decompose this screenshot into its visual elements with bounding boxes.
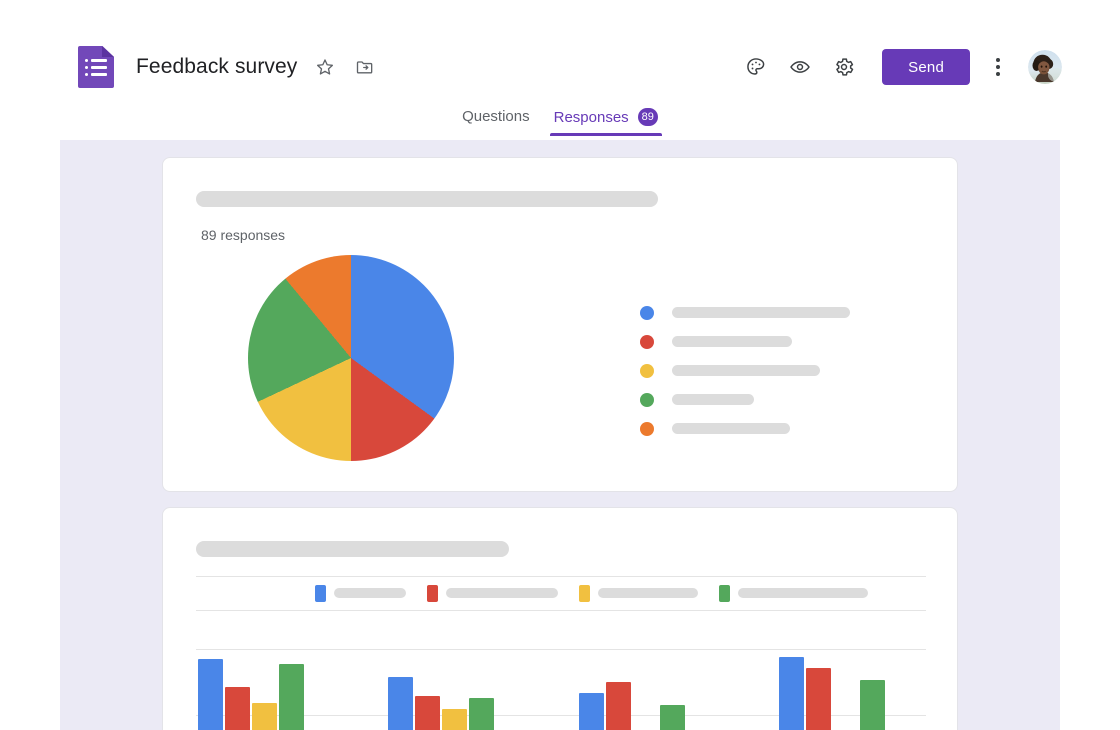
- bar[interactable]: [415, 696, 440, 730]
- eye-preview-icon[interactable]: [778, 46, 822, 88]
- pie-chart[interactable]: [248, 255, 454, 461]
- bar-legend-swatch: [719, 585, 730, 602]
- responses-tabs: Questions Responses 89: [0, 108, 1120, 140]
- tab-responses-label: Responses: [554, 109, 629, 126]
- gear-settings-icon[interactable]: [822, 46, 866, 88]
- pie-legend-swatch: [640, 364, 654, 378]
- bar-legend-label-placeholder: [334, 588, 406, 598]
- response-card-pie: 89 responses: [162, 157, 958, 492]
- bar-chart-legend: [315, 580, 868, 606]
- bar[interactable]: [660, 705, 685, 730]
- bar-group: [779, 618, 885, 730]
- pie-legend-swatch: [640, 393, 654, 407]
- send-button[interactable]: Send: [882, 49, 970, 85]
- responses-canvas: 89 responses: [60, 140, 1060, 730]
- question-title-placeholder: [196, 541, 509, 557]
- tab-responses[interactable]: Responses 89: [554, 108, 658, 136]
- bar[interactable]: [279, 664, 304, 730]
- bar[interactable]: [469, 698, 494, 730]
- bar-chart-plot[interactable]: [181, 618, 941, 730]
- pie-chart-slices: [248, 255, 454, 461]
- bar-legend-label-placeholder: [738, 588, 868, 598]
- pie-legend-label-placeholder: [672, 336, 792, 347]
- forms-icon-lines: [85, 59, 107, 80]
- pie-chart-legend: [640, 298, 900, 443]
- pie-legend-item: [640, 356, 900, 385]
- bar-group: [388, 618, 494, 730]
- bar-legend-label-placeholder: [598, 588, 698, 598]
- bar[interactable]: [779, 657, 804, 730]
- bar-legend-swatch: [579, 585, 590, 602]
- bar[interactable]: [606, 682, 631, 730]
- question-title-placeholder: [196, 191, 658, 207]
- bar[interactable]: [198, 659, 223, 730]
- bar-legend-item: [579, 585, 698, 602]
- bar[interactable]: [252, 703, 277, 730]
- response-card-bar: [162, 507, 958, 730]
- pie-legend-label-placeholder: [672, 365, 820, 376]
- chart-gridline: [196, 576, 926, 577]
- pie-legend-item: [640, 414, 900, 443]
- more-vertical-icon[interactable]: [980, 46, 1016, 88]
- bar-legend-label-placeholder: [446, 588, 558, 598]
- pie-legend-swatch: [640, 306, 654, 320]
- pie-legend-label-placeholder: [672, 394, 754, 405]
- account-avatar[interactable]: [1028, 50, 1062, 84]
- pie-legend-item: [640, 298, 900, 327]
- document-title[interactable]: Feedback survey: [136, 55, 297, 79]
- bar[interactable]: [225, 687, 250, 730]
- bar-legend-item: [719, 585, 868, 602]
- color-palette-icon[interactable]: [734, 46, 778, 88]
- bar[interactable]: [860, 680, 885, 730]
- pie-legend-swatch: [640, 335, 654, 349]
- pie-legend-item: [640, 385, 900, 414]
- header-right-group: Send: [734, 46, 1062, 88]
- bar-legend-item: [315, 585, 406, 602]
- pie-legend-item: [640, 327, 900, 356]
- bar[interactable]: [806, 668, 831, 730]
- tab-questions-label: Questions: [462, 108, 530, 125]
- bar[interactable]: [442, 709, 467, 730]
- pie-legend-label-placeholder: [672, 307, 850, 318]
- bar-legend-item: [427, 585, 558, 602]
- bar[interactable]: [388, 677, 413, 730]
- pie-legend-swatch: [640, 422, 654, 436]
- bar-group: [579, 618, 685, 730]
- move-to-folder-icon[interactable]: [353, 55, 377, 79]
- pie-legend-label-placeholder: [672, 423, 790, 434]
- bar-legend-swatch: [315, 585, 326, 602]
- response-count-label: 89 responses: [201, 227, 285, 243]
- star-outline-icon[interactable]: [313, 55, 337, 79]
- header-left-group: Feedback survey: [78, 46, 377, 88]
- bar-group: [198, 618, 304, 730]
- bar[interactable]: [579, 693, 604, 730]
- tab-questions[interactable]: Questions: [462, 108, 530, 135]
- forms-document-icon[interactable]: [78, 46, 114, 88]
- bar-legend-swatch: [427, 585, 438, 602]
- google-forms-responses-page: Feedback survey: [0, 0, 1120, 730]
- chart-gridline: [196, 610, 926, 611]
- responses-count-badge: 89: [638, 108, 658, 126]
- app-header: Feedback survey: [0, 0, 1120, 104]
